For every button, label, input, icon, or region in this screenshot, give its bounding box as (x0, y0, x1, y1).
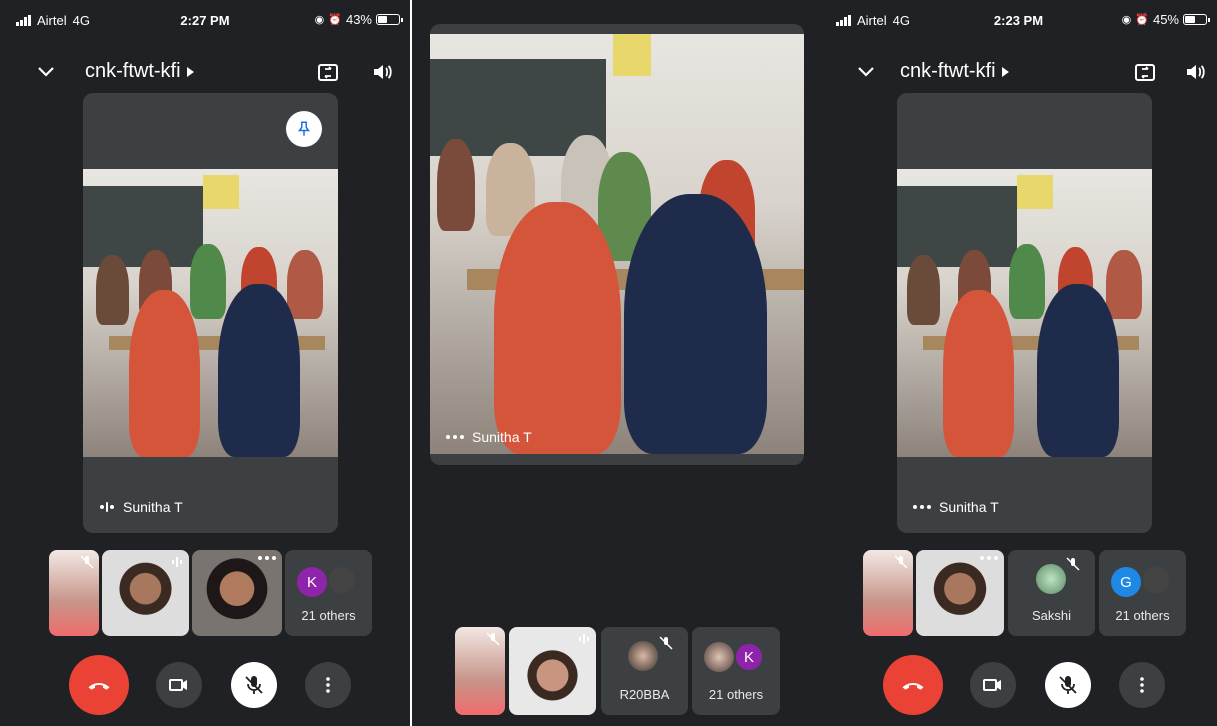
switch-camera-icon[interactable] (1133, 60, 1157, 84)
meeting-code-button[interactable]: cnk-ftwt-kfi (900, 60, 1009, 83)
classroom-video (83, 169, 338, 457)
avatar-photo (628, 641, 658, 671)
participant-name: R20BBA (619, 687, 670, 702)
muted-mic-icon (894, 555, 908, 569)
avatar: K (297, 567, 327, 597)
end-call-button[interactable] (69, 655, 129, 715)
meeting-code: cnk-ftwt-kfi (85, 60, 181, 82)
participant-thumbnail[interactable] (455, 627, 505, 715)
end-call-button[interactable] (883, 655, 943, 715)
participant-name: Sunitha T (939, 499, 999, 515)
participant-tile[interactable]: Sakshi (1008, 550, 1095, 636)
end-call-icon (902, 682, 924, 690)
participant-tile[interactable]: R20BBA (601, 627, 688, 715)
more-dots-icon (258, 556, 276, 560)
camera-off-icon (983, 679, 1001, 691)
main-video-tile[interactable]: Sunitha T (897, 93, 1152, 533)
more-options-icon (326, 677, 330, 693)
avatar: K (734, 642, 764, 672)
avatar-photo (327, 565, 357, 595)
video-feed (192, 550, 282, 636)
speaker-name-label: Sunitha T (446, 429, 532, 445)
muted-mic-icon (1066, 557, 1080, 571)
mic-off-icon (245, 676, 263, 694)
location-icon: ◉ (1121, 14, 1132, 26)
muted-mic-icon (486, 632, 500, 646)
middle-phone-screen: Sunitha T R20BBA K 21 others (412, 0, 820, 726)
caret-right-icon (186, 66, 194, 77)
main-video-tile[interactable]: Sunitha T (83, 93, 338, 533)
chevron-down-icon[interactable] (854, 60, 878, 84)
others-tile[interactable]: G 21 others (1099, 550, 1186, 636)
main-video-tile[interactable]: Sunitha T (430, 24, 804, 465)
participant-thumbnail[interactable] (102, 550, 189, 636)
participant-name: Sakshi (1031, 608, 1072, 623)
alarm-icon: ⏰ (1135, 14, 1149, 26)
muted-mic-icon (80, 555, 94, 569)
speaker-icon[interactable] (370, 60, 394, 84)
avatar-photo (704, 642, 734, 672)
more-dots-icon (980, 556, 998, 560)
others-count: 21 others (708, 687, 764, 702)
audio-level-icon (172, 557, 182, 567)
camera-off-icon (169, 679, 187, 691)
avatar-photo (1036, 564, 1066, 594)
meeting-header: cnk-ftwt-kfi (820, 56, 1217, 88)
end-call-icon (88, 682, 110, 690)
location-icon: ◉ (314, 14, 325, 26)
battery-icon (376, 14, 403, 25)
avatar-photo (1141, 565, 1171, 595)
others-tile[interactable]: K 21 others (285, 550, 372, 636)
participant-thumbnail[interactable] (192, 550, 282, 636)
speaker-name-label: Sunitha T (913, 499, 999, 515)
participant-thumbnail[interactable] (509, 627, 596, 715)
battery-percent: 45% (1152, 12, 1179, 27)
participant-thumbnail[interactable] (863, 550, 913, 636)
pin-icon[interactable] (286, 111, 322, 147)
participant-name: Sunitha T (472, 429, 532, 445)
meeting-code: cnk-ftwt-kfi (900, 60, 996, 82)
others-count: 21 others (301, 608, 356, 623)
classroom-video (897, 169, 1152, 457)
audio-level-icon (100, 502, 114, 512)
mic-off-icon (1059, 676, 1077, 694)
alarm-icon: ⏰ (328, 14, 342, 26)
more-dots-icon (446, 435, 464, 439)
more-options-icon (1140, 677, 1144, 693)
switch-camera-icon[interactable] (316, 60, 340, 84)
more-dots-icon (913, 505, 931, 509)
audio-level-icon (579, 634, 589, 644)
others-count: 21 others (1115, 608, 1170, 623)
meeting-header: cnk-ftwt-kfi (0, 56, 410, 88)
left-phone-screen: Airtel 4G 2:27 PM ◉ ⏰ 43% cnk-ftwt-kfi S… (0, 0, 410, 726)
battery-percent: 43% (345, 12, 372, 27)
status-bar: Airtel 4G 2:27 PM ◉ ⏰ 43% (0, 0, 410, 40)
speaker-name-label: Sunitha T (99, 499, 183, 515)
caret-right-icon (1001, 66, 1009, 77)
muted-mic-icon (659, 636, 673, 650)
microphone-button[interactable] (231, 662, 277, 708)
meeting-code-button[interactable]: cnk-ftwt-kfi (85, 60, 194, 83)
camera-button[interactable] (970, 662, 1016, 708)
avatar: G (1111, 567, 1141, 597)
participant-thumbnail[interactable] (49, 550, 99, 636)
chevron-down-icon[interactable] (34, 60, 58, 84)
battery-icon (1183, 14, 1210, 25)
participant-name: Sunitha T (123, 499, 183, 515)
more-options-button[interactable] (1119, 662, 1165, 708)
camera-button[interactable] (156, 662, 202, 708)
microphone-button[interactable] (1045, 662, 1091, 708)
status-bar: Airtel 4G 2:23 PM ◉ ⏰ 45% (820, 0, 1217, 40)
speaker-icon[interactable] (1183, 60, 1207, 84)
classroom-video (430, 34, 804, 454)
participant-thumbnail[interactable] (916, 550, 1004, 636)
more-options-button[interactable] (305, 662, 351, 708)
right-phone-screen: Airtel 4G 2:23 PM ◉ ⏰ 45% cnk-ftwt-kfi S… (820, 0, 1217, 726)
video-feed (916, 550, 1004, 636)
others-tile[interactable]: K 21 others (692, 627, 780, 715)
